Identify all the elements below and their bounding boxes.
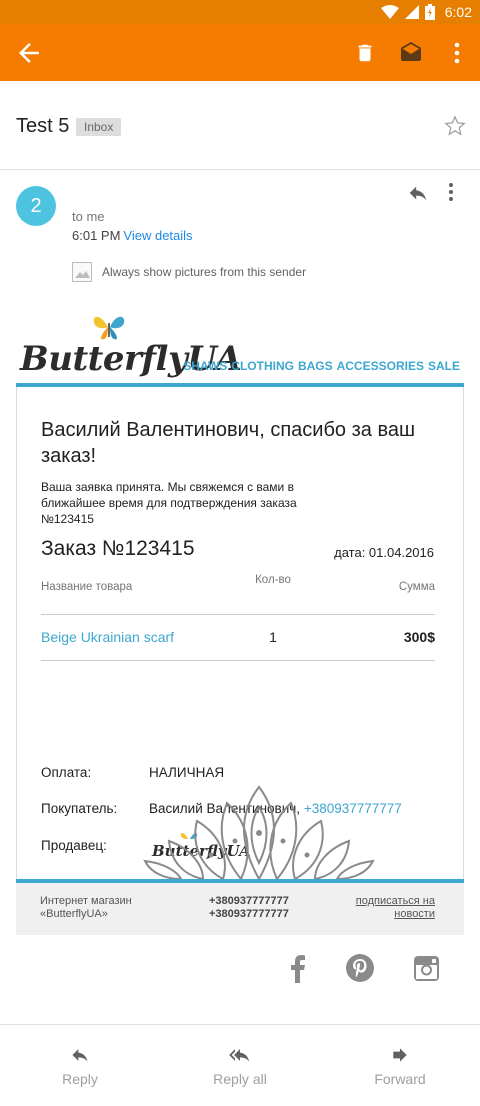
email-body: ButterflyUA SHAWS CLOTHING BAGS ACCESSOR… — [16, 305, 464, 935]
message-subject: Test 5 — [16, 115, 70, 137]
instagram-link[interactable] — [413, 955, 440, 982]
order-card: Василий Валентинович, спасибо за ваш зак… — [16, 387, 464, 879]
reply-label: Reply — [62, 1070, 98, 1087]
phone-link[interactable]: +380937777777 — [209, 895, 289, 908]
facebook-icon — [291, 955, 305, 983]
payment-label: Оплата: — [41, 765, 92, 780]
delete-button[interactable] — [342, 24, 388, 81]
footer-phones: +380937777777 +380937777777 — [209, 895, 289, 921]
arrow-back-icon — [19, 43, 39, 63]
column-header: Название товара — [41, 581, 133, 593]
nav-link[interactable]: BAGS — [298, 359, 333, 373]
shop-line: Интернет магазин — [40, 895, 132, 907]
instagram-icon — [414, 956, 439, 981]
mandala-ornament-icon — [143, 785, 375, 879]
nav-link[interactable]: SALE — [428, 359, 460, 373]
reply-all-action[interactable]: Reply all — [160, 1025, 320, 1106]
recipient-line[interactable]: to me — [72, 209, 105, 224]
shop-line: «ButterflyUA» — [40, 908, 108, 920]
reply-all-label: Reply all — [213, 1070, 267, 1087]
reply-action[interactable]: Reply — [0, 1025, 160, 1106]
battery-icon — [424, 4, 435, 20]
reply-icon — [72, 1048, 88, 1062]
status-bar: 6:02 — [0, 0, 480, 24]
nav-link[interactable]: SHAWS — [183, 359, 227, 373]
product-link[interactable]: Beige Ukrainian scarf — [41, 629, 174, 645]
message-time: 6:01 PM — [72, 228, 121, 243]
clock: 6:02 — [444, 4, 472, 20]
column-header: Сумма — [398, 581, 435, 593]
more-vert-icon — [449, 183, 453, 201]
email-nav: SHAWS CLOTHING BAGS ACCESSORIES SALE — [183, 359, 460, 373]
subscribe-link[interactable]: подписаться на новости — [356, 895, 435, 921]
nav-link[interactable]: CLOTHING — [231, 359, 294, 373]
reply-all-icon — [229, 1048, 250, 1062]
bottom-action-bar: Reply Reply all Forward — [0, 1024, 480, 1106]
facebook-link[interactable] — [285, 953, 311, 983]
order-title: Заказ №123415 — [41, 537, 195, 560]
star-button[interactable] — [444, 115, 466, 137]
pinterest-link[interactable] — [345, 953, 375, 983]
mark-unread-button[interactable] — [388, 24, 434, 81]
more-options-button[interactable] — [434, 24, 480, 81]
wifi-icon — [380, 5, 399, 19]
app-bar — [0, 24, 480, 81]
reply-icon — [409, 186, 427, 201]
sender-avatar[interactable]: 2 — [16, 186, 56, 226]
forward-icon — [393, 1047, 407, 1062]
email-header: ButterflyUA SHAWS CLOTHING BAGS ACCESSOR… — [16, 305, 464, 387]
column-header: Кол-во — [255, 574, 291, 586]
forward-action[interactable]: Forward — [320, 1025, 480, 1106]
nav-link[interactable]: ACCESSORIES — [337, 359, 424, 373]
order-date: дата: 01.04.2016 — [334, 545, 434, 560]
show-pictures-row[interactable]: Always show pictures from this sender — [72, 262, 306, 282]
message-time-line: 6:01 PM View details — [72, 228, 193, 243]
pinterest-icon — [346, 954, 374, 982]
thanks-heading: Василий Валентинович, спасибо за ваш зак… — [41, 419, 416, 467]
reply-button[interactable] — [406, 182, 434, 206]
forward-label: Forward — [374, 1070, 426, 1087]
product-sum: 300$ — [403, 629, 435, 645]
product-qty: 1 — [269, 629, 277, 645]
email-footer: Интернет магазин «ButterflyUA» +38093777… — [16, 879, 464, 935]
label-chip[interactable]: Inbox — [76, 118, 122, 136]
view-details-link[interactable]: View details — [123, 228, 192, 243]
show-pictures-label: Always show pictures from this sender — [102, 265, 307, 279]
accepted-text: Ваша заявка принята. Мы свяжемся с вами … — [41, 480, 297, 526]
message-more-button[interactable] — [448, 182, 462, 206]
payment-value: НАЛИЧНАЯ — [149, 765, 225, 780]
signal-icon — [404, 5, 419, 19]
more-vert-icon — [454, 42, 460, 63]
star-outline-icon — [444, 115, 466, 136]
payment-row: Оплата: НАЛИЧНАЯ — [41, 765, 224, 780]
back-button[interactable] — [14, 38, 44, 68]
shop-name: Интернет магазин «ButterflyUA» — [40, 895, 132, 921]
subscribe-line: подписаться на — [355, 895, 435, 907]
mark-unread-icon — [401, 41, 421, 61]
order-table-header: Название товара Кол-во Сумма — [41, 574, 435, 615]
subscribe-line: новости — [394, 908, 435, 920]
table-row: Beige Ukrainian scarf 1 300$ — [41, 615, 435, 661]
subject-row: Test 5 Inbox — [0, 81, 480, 170]
image-icon — [72, 262, 92, 282]
phone-link[interactable]: +380937777777 — [209, 908, 289, 921]
delete-icon — [358, 44, 372, 61]
